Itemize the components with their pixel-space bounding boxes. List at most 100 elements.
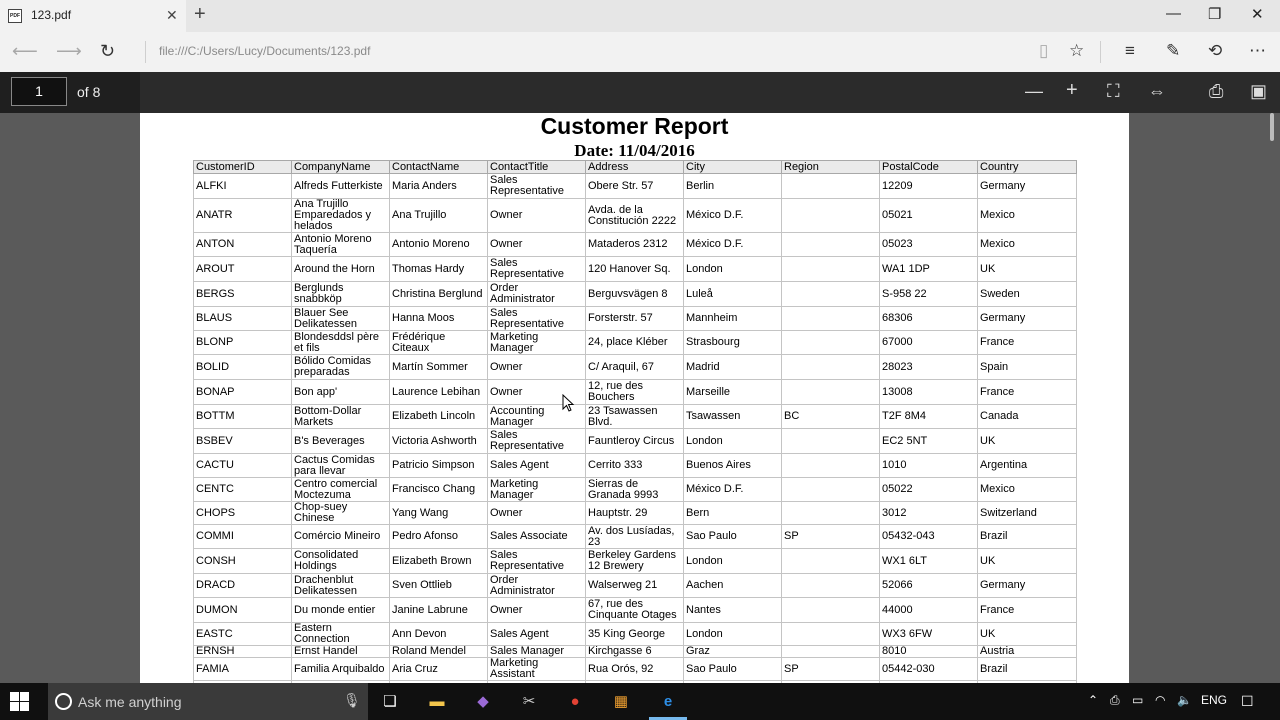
table-cell: Blondesddsl père et fils bbox=[291, 330, 390, 355]
cortana-search-box[interactable]: Ask me anything 🎙 bbox=[48, 683, 368, 720]
table-cell: Alfreds Futterkiste bbox=[291, 173, 390, 199]
zoom-in-icon[interactable]: + bbox=[1066, 79, 1078, 102]
fit-page-icon[interactable]: ⛶ bbox=[1107, 81, 1120, 102]
table-cell: Antonio Moreno Taquería bbox=[291, 232, 390, 257]
table-cell bbox=[781, 428, 880, 454]
table-cell: Sales Representative bbox=[487, 256, 586, 282]
chrome-icon[interactable]: ● bbox=[562, 689, 588, 715]
table-cell: Sales Manager bbox=[487, 645, 586, 658]
table-cell: Bólido Comidas preparadas bbox=[291, 354, 390, 380]
task-view-icon[interactable]: ❏ bbox=[377, 689, 403, 715]
hub-icon[interactable]: ≡ bbox=[1125, 41, 1135, 61]
share-icon[interactable]: ⟲ bbox=[1208, 41, 1222, 61]
table-cell: EASTC bbox=[193, 622, 292, 646]
table-cell: EC2 5NT bbox=[879, 428, 978, 454]
document-viewer[interactable]: Customer Report Date: 11/04/2016 Custome… bbox=[0, 113, 1280, 683]
table-cell: Owner bbox=[487, 198, 586, 233]
table-cell: 12209 bbox=[879, 173, 978, 199]
column-header: CompanyName bbox=[291, 160, 390, 174]
table-cell: Yang Wang bbox=[389, 501, 488, 525]
browser-tab[interactable]: PDF 123.pdf ✕ bbox=[0, 0, 186, 32]
visual-studio-icon[interactable]: ◆ bbox=[470, 689, 496, 715]
table-cell: FAMIA bbox=[193, 657, 292, 681]
report-title: Customer Report bbox=[540, 113, 729, 139]
forward-arrow-icon[interactable]: ⟶ bbox=[56, 41, 82, 62]
table-cell: France bbox=[977, 330, 1077, 355]
table-cell: France bbox=[977, 597, 1077, 623]
table-cell: C/ Araquil, 67 bbox=[585, 354, 684, 380]
web-note-icon[interactable]: ✎ bbox=[1166, 41, 1180, 61]
save-icon[interactable]: ▣ bbox=[1250, 81, 1267, 102]
show-hidden-icons-icon[interactable]: ⌃ bbox=[1088, 693, 1098, 707]
table-cell: Spain bbox=[977, 354, 1077, 380]
minimize-icon[interactable]: — bbox=[1166, 5, 1181, 22]
table-cell: Christina Berglund bbox=[389, 281, 488, 307]
edge-icon[interactable]: e bbox=[655, 689, 681, 715]
table-cell: UK bbox=[977, 548, 1077, 574]
windows-start-icon[interactable] bbox=[10, 692, 30, 712]
close-window-icon[interactable]: ✕ bbox=[1251, 5, 1264, 23]
table-cell: BERGS bbox=[193, 281, 292, 307]
table-cell: Owner bbox=[487, 232, 586, 257]
table-cell: Maria Anders bbox=[389, 173, 488, 199]
scrollbar[interactable] bbox=[1270, 113, 1274, 141]
table-cell: Hauptstr. 29 bbox=[585, 501, 684, 525]
table-cell: BLAUS bbox=[193, 306, 292, 331]
table-cell: CENTC bbox=[193, 477, 292, 502]
table-cell: BLONP bbox=[193, 330, 292, 355]
printer-icon[interactable]: ⎙ bbox=[1110, 693, 1120, 708]
cortana-icon bbox=[55, 693, 72, 710]
restore-icon[interactable]: ❐ bbox=[1208, 5, 1221, 23]
table-cell: Marketing Manager bbox=[487, 330, 586, 355]
column-header: CustomerID bbox=[193, 160, 292, 174]
table-cell: Strasbourg bbox=[683, 330, 782, 355]
table-cell: WX1 6LT bbox=[879, 548, 978, 574]
table-row: AROUT Around the Horn Thomas Hardy Sales Re… bbox=[193, 256, 1077, 282]
table-cell: 05432-043 bbox=[879, 524, 978, 549]
microphone-icon[interactable]: 🎙 bbox=[343, 692, 361, 709]
column-header: Region bbox=[781, 160, 880, 174]
table-cell: Centro comercial Moctezuma bbox=[291, 477, 390, 502]
page-number-input[interactable]: 1 bbox=[11, 77, 67, 106]
tools-icon[interactable]: ✂ bbox=[516, 689, 542, 715]
table-cell: Berlin bbox=[683, 173, 782, 199]
wifi-icon[interactable]: ◠ bbox=[1155, 693, 1165, 707]
notifications-icon[interactable]: ☐ bbox=[1241, 693, 1254, 710]
volume-icon[interactable]: 🔈 bbox=[1177, 693, 1192, 707]
table-cell: ANATR bbox=[193, 198, 292, 233]
page-total: of 8 bbox=[77, 84, 101, 100]
new-tab-button[interactable]: + bbox=[194, 3, 206, 26]
report-date: Date: 11/04/2016 bbox=[574, 141, 695, 160]
print-icon[interactable]: ⎙ bbox=[1209, 81, 1223, 102]
table-cell: Mexico bbox=[977, 477, 1077, 502]
zoom-out-icon[interactable]: — bbox=[1025, 81, 1043, 102]
more-icon[interactable]: ⋯ bbox=[1249, 41, 1266, 61]
table-cell: Forsterstr. 57 bbox=[585, 306, 684, 331]
table-cell: Berglunds snabbköp bbox=[291, 281, 390, 307]
table-cell: Marketing Manager bbox=[487, 477, 586, 502]
pdf-file-icon: PDF bbox=[8, 9, 22, 23]
table-cell: México D.F. bbox=[683, 232, 782, 257]
back-arrow-icon[interactable]: ⟵ bbox=[12, 41, 38, 62]
table-cell: Blauer See Delikatessen bbox=[291, 306, 390, 331]
app-icon[interactable]: ▦ bbox=[608, 689, 634, 715]
table-cell: México D.F. bbox=[683, 198, 782, 233]
page-layout-icon[interactable]: ⇔ bbox=[1148, 81, 1166, 102]
favorite-star-icon[interactable]: ☆ bbox=[1069, 41, 1084, 61]
table-cell: Rua Orós, 92 bbox=[585, 657, 684, 681]
language-indicator[interactable]: ENG bbox=[1201, 693, 1227, 707]
table-cell: 05022 bbox=[879, 477, 978, 502]
refresh-icon[interactable]: ↻ bbox=[100, 41, 115, 62]
table-cell: DRACD bbox=[193, 573, 292, 598]
table-cell: Martín Sommer bbox=[389, 354, 488, 380]
address-bar-row: ⟵ ⟶ ↻ file:///C:/Users/Lucy/Documents/12… bbox=[0, 32, 1280, 72]
table-cell: Francisco Chang bbox=[389, 477, 488, 502]
reading-view-icon[interactable]: ▯ bbox=[1039, 41, 1048, 61]
table-cell: Marseille bbox=[683, 379, 782, 405]
table-cell: Frédérique Citeaux bbox=[389, 330, 488, 355]
battery-icon[interactable]: ▭ bbox=[1132, 693, 1143, 707]
address-field[interactable]: file:///C:/Users/Lucy/Documents/123.pdf bbox=[159, 44, 370, 58]
close-tab-icon[interactable]: ✕ bbox=[166, 7, 178, 24]
table-cell: Bon app' bbox=[291, 379, 390, 405]
file-explorer-icon[interactable]: ▬ bbox=[424, 689, 450, 715]
